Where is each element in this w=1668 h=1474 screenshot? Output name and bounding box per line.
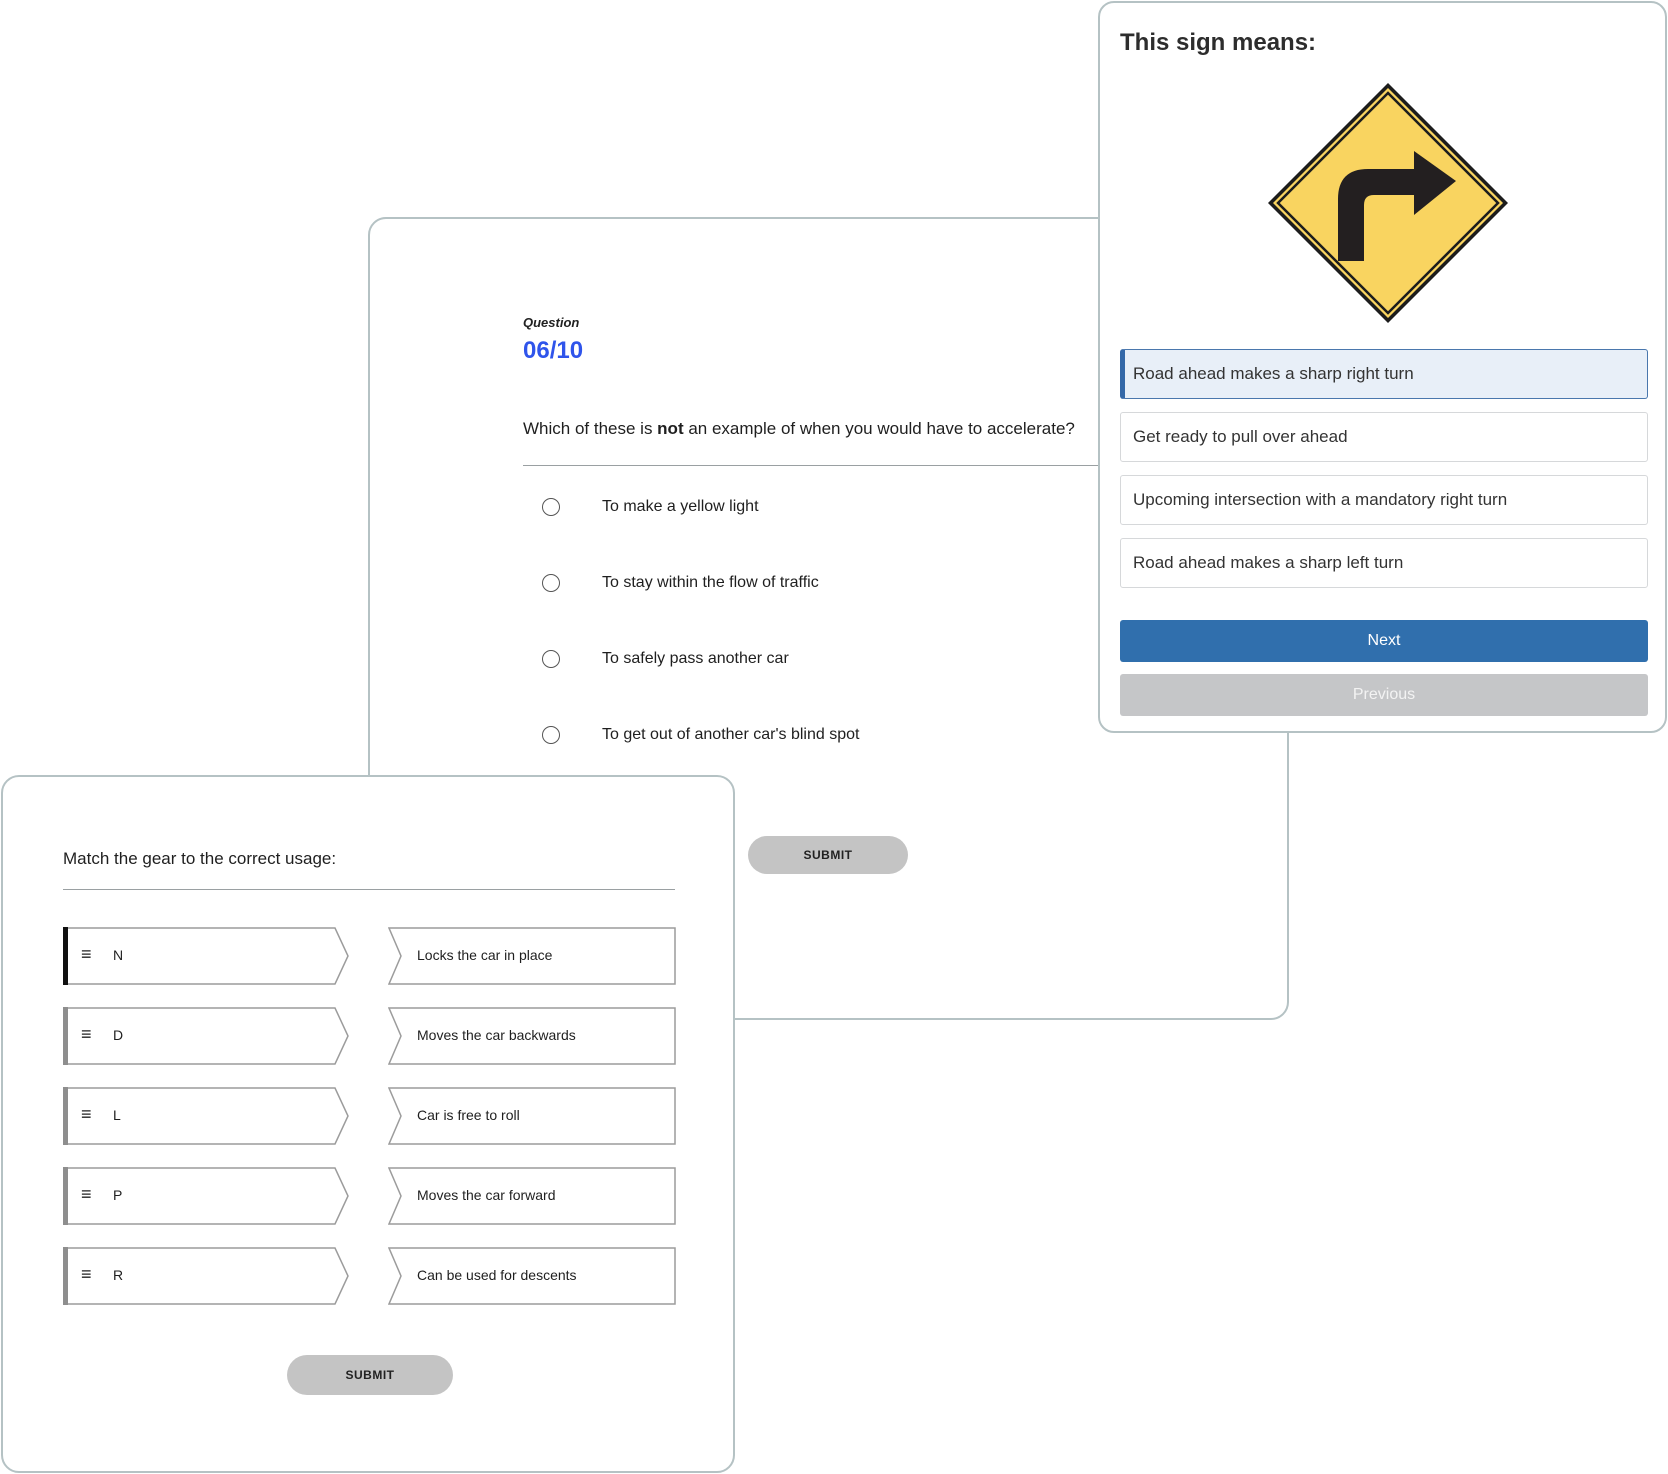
gear-item-label: P [113, 1187, 123, 1203]
question-text-pre: Which of these is [523, 419, 658, 438]
matching-card: Match the gear to the correct usage: ≡ N… [1, 775, 735, 1473]
sign-question-card: This sign means: Road ahead makes a shar… [1098, 1, 1667, 733]
radio-button[interactable] [542, 574, 560, 592]
sign-face [1273, 88, 1503, 318]
usage-item[interactable]: Car is free to roll [388, 1087, 676, 1145]
radio-button[interactable] [542, 726, 560, 744]
question-text: Which of these is not an example of when… [523, 419, 1075, 439]
submit-button[interactable]: SUBMIT [748, 836, 908, 874]
gear-item-shape [63, 1087, 349, 1145]
gear-item-l[interactable]: ≡ L [63, 1087, 349, 1145]
matching-prompt: Match the gear to the correct usage: [63, 849, 337, 868]
answer-option[interactable]: To stay within the flow of traffic [542, 568, 819, 598]
answer-option-label: To get out of another car's blind spot [602, 726, 860, 743]
gear-item-label: N [113, 947, 124, 963]
usage-item-label: Moves the car backwards [417, 1027, 576, 1043]
usage-item-label: Locks the car in place [417, 947, 553, 963]
sign-answer-label: Upcoming intersection with a mandatory r… [1133, 490, 1508, 509]
usage-item[interactable]: Moves the car backwards [388, 1007, 676, 1065]
answer-option-label: To stay within the flow of traffic [602, 574, 819, 591]
usage-item[interactable]: Locks the car in place [388, 927, 676, 985]
question-counter: 06/10 [523, 337, 584, 364]
gear-item-shape [63, 927, 349, 985]
gear-item-r[interactable]: ≡ R [63, 1247, 349, 1305]
answer-option[interactable]: To safely pass another car [542, 644, 789, 674]
question-divider [523, 465, 1133, 466]
matching-divider [63, 889, 675, 890]
question-label: Question [523, 315, 580, 330]
gear-item-shape [63, 1167, 349, 1225]
gear-item-p[interactable]: ≡ P [63, 1167, 349, 1225]
gear-item-d[interactable]: ≡ D [63, 1007, 349, 1065]
gear-item-label: L [113, 1107, 121, 1123]
sign-answer-label: Get ready to pull over ahead [1133, 427, 1348, 446]
answer-option[interactable]: To get out of another car's blind spot [542, 720, 859, 750]
sign-answer-option[interactable]: Get ready to pull over ahead [1120, 412, 1648, 462]
answer-option[interactable]: To make a yellow light [542, 492, 759, 522]
gear-item-shape [63, 1007, 349, 1065]
sign-answer-label: Road ahead makes a sharp right turn [1133, 364, 1414, 383]
question-text-emphasis: not [657, 419, 684, 438]
radio-button[interactable] [542, 650, 560, 668]
answer-option-label: To make a yellow light [602, 498, 759, 515]
sign-question-title: This sign means: [1120, 29, 1317, 56]
gear-item-n[interactable]: ≡ N [63, 927, 349, 985]
usage-item-label: Car is free to roll [417, 1107, 520, 1123]
usage-item[interactable]: Can be used for descents [388, 1247, 676, 1305]
usage-item-label: Moves the car forward [417, 1187, 556, 1203]
question-text-post: an example of when you would have to acc… [683, 419, 1075, 438]
drag-handle-icon[interactable]: ≡ [81, 1264, 92, 1284]
drag-handle-icon[interactable]: ≡ [81, 1024, 92, 1044]
usage-item-label: Can be used for descents [417, 1267, 577, 1283]
sign-answer-option[interactable]: Road ahead makes a sharp left turn [1120, 538, 1648, 588]
drag-handle-icon[interactable]: ≡ [81, 944, 92, 964]
sharp-right-turn-sign-icon [1268, 83, 1508, 323]
drag-handle-icon[interactable]: ≡ [81, 1104, 92, 1124]
sign-answer-option[interactable]: Road ahead makes a sharp right turn [1120, 349, 1648, 399]
previous-button[interactable]: Previous [1120, 674, 1648, 716]
answer-option-label: To safely pass another car [602, 650, 789, 667]
drag-handle-icon[interactable]: ≡ [81, 1184, 92, 1204]
sign-answer-option[interactable]: Upcoming intersection with a mandatory r… [1120, 475, 1648, 525]
next-button[interactable]: Next [1120, 620, 1648, 662]
gear-item-shape [63, 1247, 349, 1305]
gear-item-label: R [113, 1267, 124, 1283]
submit-button[interactable]: SUBMIT [287, 1355, 453, 1395]
radio-button[interactable] [542, 498, 560, 516]
usage-item[interactable]: Moves the car forward [388, 1167, 676, 1225]
gear-item-label: D [113, 1027, 124, 1043]
sign-answer-label: Road ahead makes a sharp left turn [1133, 553, 1404, 572]
